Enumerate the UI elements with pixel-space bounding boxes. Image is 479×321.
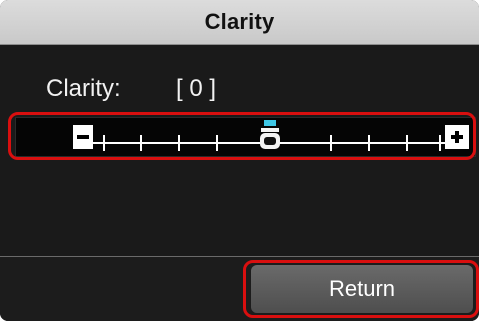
return-button-label: Return [328,276,396,301]
slider-thumb-icon[interactable] [260,120,280,149]
plus-icon[interactable] [445,125,469,149]
clarity-dialog: Clarity Clarity: [ 0 ] Return [0,0,479,321]
return-button[interactable]: Return [251,265,473,313]
minus-icon[interactable] [73,125,93,149]
